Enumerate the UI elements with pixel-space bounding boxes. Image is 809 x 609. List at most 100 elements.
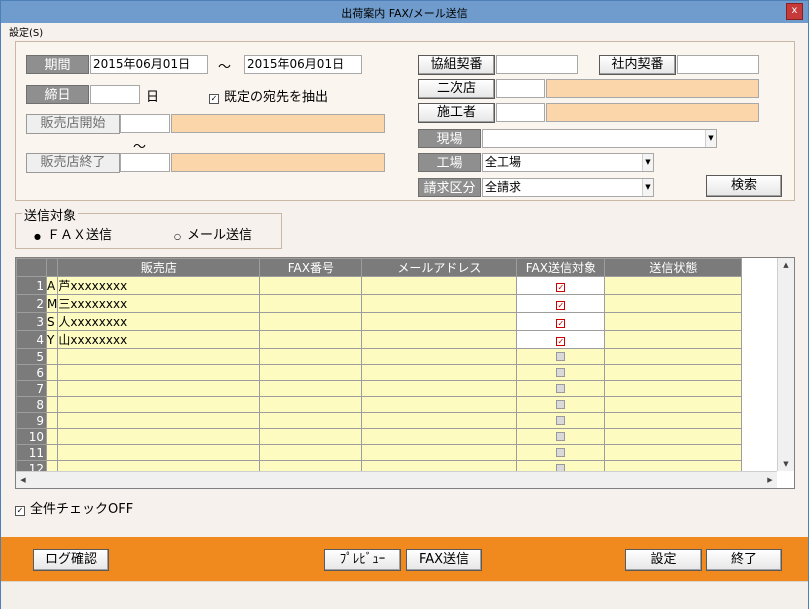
fax-number-cell[interactable] [259, 412, 363, 429]
send-status-cell[interactable] [604, 412, 743, 429]
scroll-down-icon[interactable]: ▼ [779, 457, 793, 471]
table-row[interactable]: 6 [16, 364, 743, 381]
checkbox-checked-icon[interactable]: ✓ [556, 336, 566, 346]
checkbox-unchecked-icon[interactable] [556, 415, 566, 425]
table-row[interactable]: 10 [16, 428, 743, 445]
mail-address-cell[interactable] [361, 444, 518, 461]
sekou-button[interactable]: 施工者 [418, 103, 495, 123]
row-code-cell[interactable] [45, 348, 59, 365]
fax-target-cell[interactable] [516, 396, 606, 413]
fax-number-cell[interactable] [259, 276, 363, 295]
mail-address-cell[interactable] [361, 364, 518, 381]
fax-target-cell[interactable] [516, 348, 606, 365]
table-row[interactable]: 1 A 芦xxxxxxxx ✓ [16, 276, 743, 295]
fax-number-cell[interactable] [259, 364, 363, 381]
checkbox-unchecked-icon[interactable] [556, 351, 566, 361]
fax-send-button[interactable]: FAX送信 [406, 549, 482, 571]
store-name-cell[interactable]: 人xxxxxxxx [57, 312, 261, 331]
fax-target-cell[interactable]: ✓ [516, 276, 606, 295]
sekou-code-input[interactable] [496, 103, 545, 122]
all-check-off-checkbox[interactable]: ✓ 全件チェックOFF [15, 498, 133, 517]
scroll-left-icon[interactable]: ◀ [16, 473, 30, 487]
kojo-select[interactable]: 全工場 ▼ [482, 153, 654, 172]
send-status-cell[interactable] [604, 294, 743, 313]
fax-radio[interactable]: ● ＦＡＸ送信 [34, 224, 112, 243]
mail-address-cell[interactable] [361, 396, 518, 413]
row-code-cell[interactable]: Y [45, 330, 59, 349]
store-name-cell[interactable] [57, 348, 261, 365]
checkbox-checked-icon[interactable]: ✓ [556, 282, 566, 292]
mail-address-cell[interactable] [361, 312, 518, 331]
table-row[interactable]: 11 [16, 444, 743, 461]
row-code-cell[interactable] [45, 412, 59, 429]
mail-address-cell[interactable] [361, 276, 518, 295]
store-name-cell[interactable] [57, 364, 261, 381]
send-status-cell[interactable] [604, 428, 743, 445]
checkbox-unchecked-icon[interactable] [556, 383, 566, 393]
send-status-cell[interactable] [604, 380, 743, 397]
row-code-cell[interactable]: S [45, 312, 59, 331]
fax-target-cell[interactable]: ✓ [516, 330, 606, 349]
row-number[interactable]: 1 [16, 276, 47, 295]
row-code-cell[interactable] [45, 444, 59, 461]
send-status-cell[interactable] [604, 444, 743, 461]
row-number[interactable]: 3 [16, 312, 47, 331]
mail-address-cell[interactable] [361, 330, 518, 349]
row-code-cell[interactable]: A [45, 276, 59, 295]
send-status-cell[interactable] [604, 330, 743, 349]
store-name-cell[interactable] [57, 412, 261, 429]
table-row[interactable]: 5 [16, 348, 743, 365]
exit-button[interactable]: 終了 [706, 549, 782, 571]
table-row[interactable]: 2 M 三xxxxxxxx ✓ [16, 294, 743, 313]
store-name-cell[interactable] [57, 396, 261, 413]
settings-button[interactable]: 設定 [625, 549, 702, 571]
fax-target-cell[interactable] [516, 428, 606, 445]
table-row[interactable]: 7 [16, 380, 743, 397]
col-header-fax[interactable]: FAX番号 [259, 258, 363, 277]
send-status-cell[interactable] [604, 348, 743, 365]
store-name-cell[interactable] [57, 428, 261, 445]
store-start-code-input[interactable] [120, 114, 170, 133]
checkbox-unchecked-icon[interactable] [556, 399, 566, 409]
row-number[interactable]: 6 [16, 364, 47, 381]
mail-address-cell[interactable] [361, 294, 518, 313]
search-button[interactable]: 検索 [706, 175, 782, 197]
store-end-code-input[interactable] [120, 153, 170, 172]
fax-number-cell[interactable] [259, 396, 363, 413]
fax-number-cell[interactable] [259, 330, 363, 349]
fax-target-cell[interactable] [516, 444, 606, 461]
row-number[interactable]: 5 [16, 348, 47, 365]
store-end-button[interactable]: 販売店終了 [26, 153, 120, 173]
col-header-fax-target[interactable]: FAX送信対象 [516, 258, 606, 277]
fax-number-cell[interactable] [259, 294, 363, 313]
kyokumi-input[interactable] [496, 55, 578, 74]
row-number[interactable]: 2 [16, 294, 47, 313]
mail-address-cell[interactable] [361, 412, 518, 429]
fax-number-cell[interactable] [259, 348, 363, 365]
kyokumi-button[interactable]: 協組契番 [418, 55, 495, 75]
store-start-button[interactable]: 販売店開始 [26, 114, 120, 134]
mail-address-cell[interactable] [361, 348, 518, 365]
row-code-cell[interactable] [45, 364, 59, 381]
row-number[interactable]: 7 [16, 380, 47, 397]
checkbox-unchecked-icon[interactable] [556, 447, 566, 457]
table-row[interactable]: 4 Y 山xxxxxxxx ✓ [16, 330, 743, 349]
fax-target-cell[interactable] [516, 412, 606, 429]
fax-number-cell[interactable] [259, 312, 363, 331]
row-code-cell[interactable] [45, 428, 59, 445]
store-name-cell[interactable] [57, 444, 261, 461]
col-header-mail[interactable]: メールアドレス [361, 258, 518, 277]
genba-select[interactable]: ▼ [482, 129, 717, 148]
mail-address-cell[interactable] [361, 380, 518, 397]
send-status-cell[interactable] [604, 312, 743, 331]
table-row[interactable]: 3 S 人xxxxxxxx ✓ [16, 312, 743, 331]
default-dest-checkbox[interactable]: ✓ 既定の宛先を抽出 [209, 86, 328, 105]
row-code-cell[interactable]: M [45, 294, 59, 313]
col-header-status[interactable]: 送信状態 [604, 258, 743, 277]
fax-target-cell[interactable]: ✓ [516, 312, 606, 331]
fax-number-cell[interactable] [259, 444, 363, 461]
fax-target-cell[interactable] [516, 380, 606, 397]
send-status-cell[interactable] [604, 276, 743, 295]
checkbox-unchecked-icon[interactable] [556, 367, 566, 377]
preview-button[interactable]: ﾌﾟﾚﾋﾞｭｰ [324, 549, 401, 571]
